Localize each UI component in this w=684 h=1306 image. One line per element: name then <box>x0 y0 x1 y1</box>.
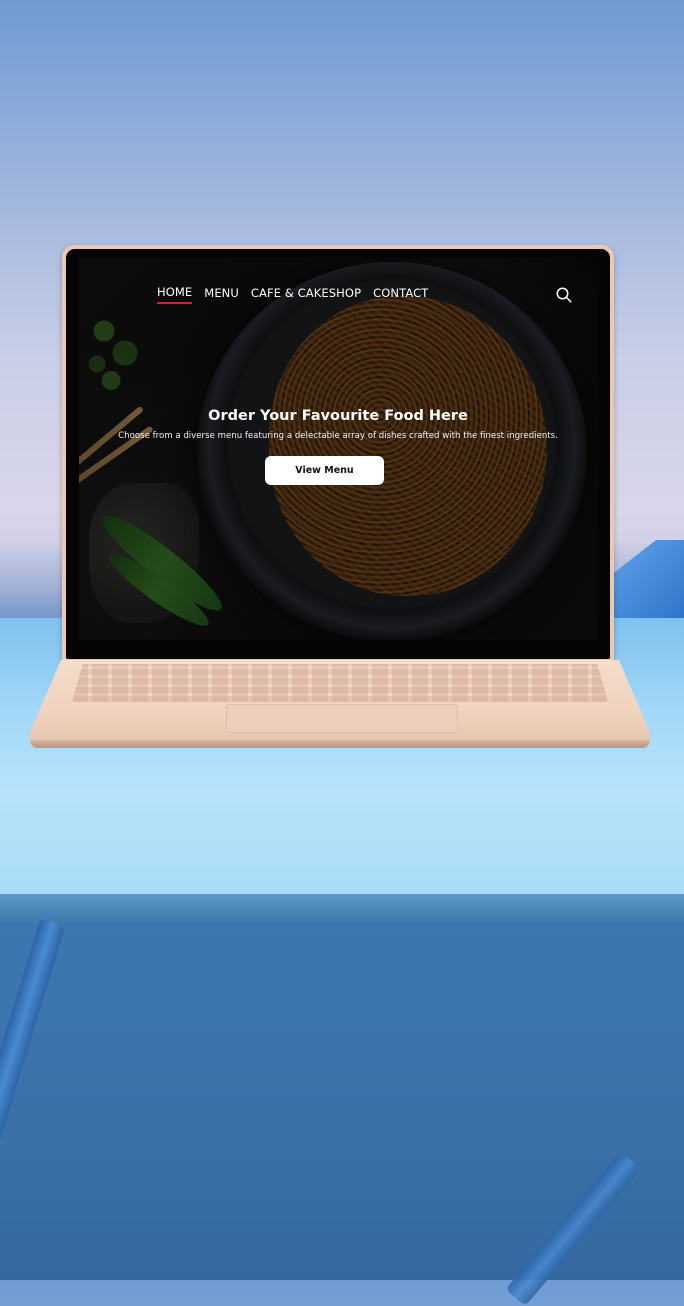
search-icon[interactable] <box>555 286 573 304</box>
hero-overlay <box>79 258 597 640</box>
laptop-trackpad <box>226 704 458 733</box>
nav-item-menu[interactable]: MENU <box>204 286 239 303</box>
hero-subtitle: Choose from a diverse menu featuring a d… <box>118 431 558 441</box>
nav-item-contact[interactable]: CONTACT <box>373 286 428 303</box>
nav-item-home[interactable]: HOME <box>157 285 193 304</box>
main-nav: HOME MENU CAFE & CAKESHOP CONTACT <box>157 285 428 304</box>
laptop-base-edge <box>30 740 650 748</box>
hero-title: Order Your Favourite Food Here <box>208 408 468 424</box>
laptop-screen: HOME MENU CAFE & CAKESHOP CONTACT Order … <box>79 258 597 640</box>
nav-item-cafe-cakeshop[interactable]: CAFE & CAKESHOP <box>251 286 361 303</box>
laptop-keyboard <box>72 664 608 702</box>
view-menu-button[interactable]: View Menu <box>265 456 384 485</box>
table-edge <box>0 894 684 924</box>
